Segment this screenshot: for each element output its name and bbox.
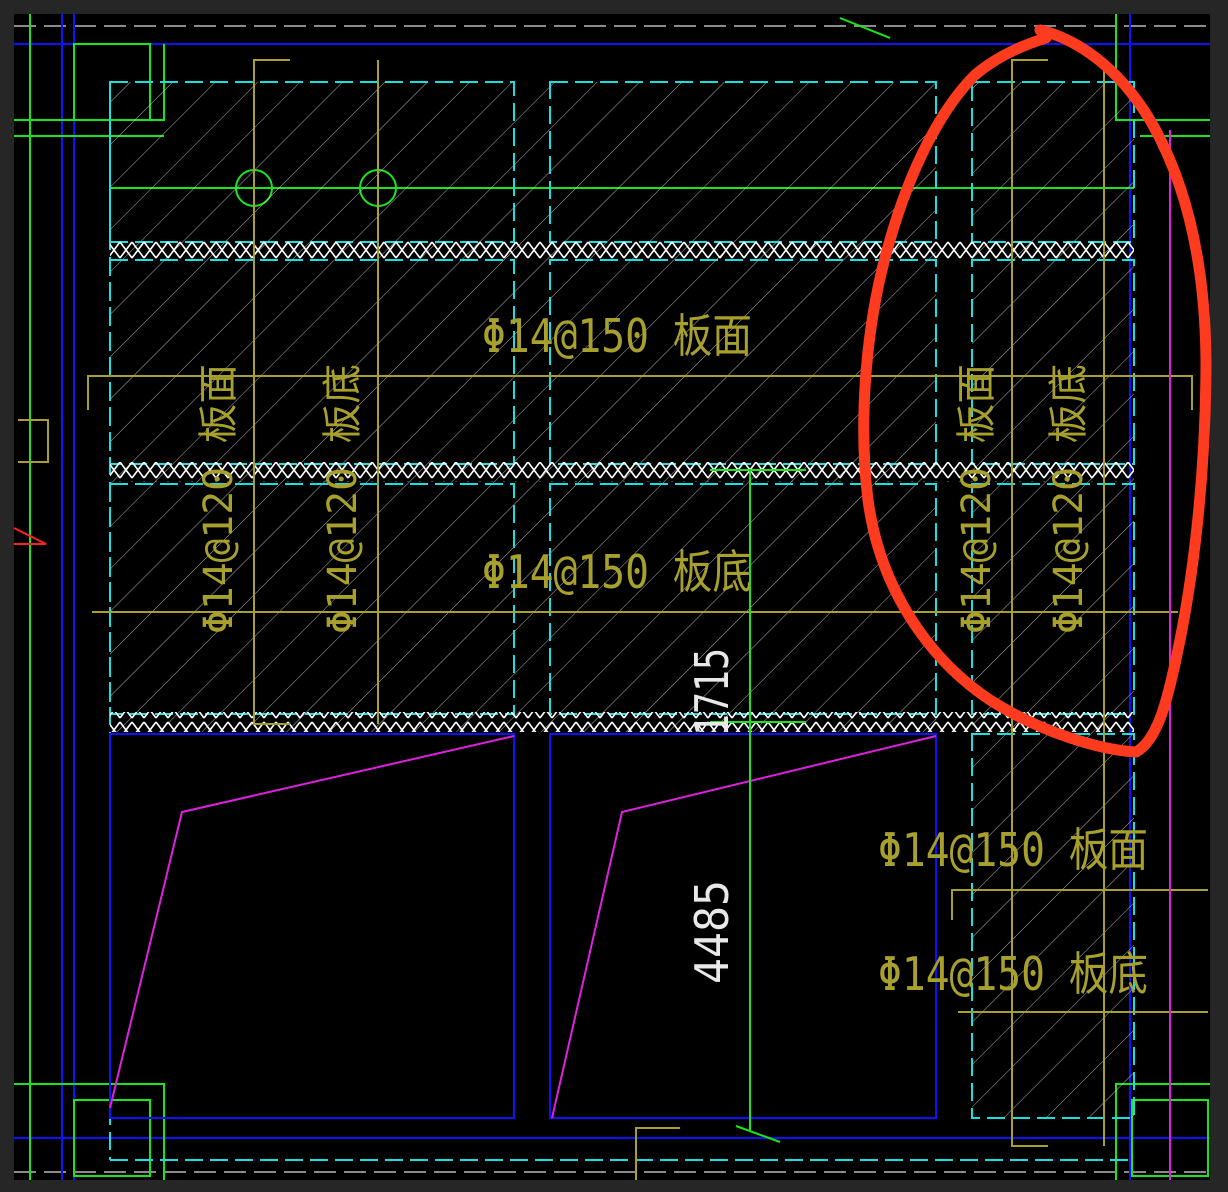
dimension-text-upper: 1715 (685, 648, 739, 736)
cad-drawing-canvas[interactable]: Φ14@150 板面 Φ14@150 板底 Φ14@120 板面 Φ14@120… (0, 0, 1228, 1192)
label-slab-bottom-mid: Φ14@150 板底 (482, 545, 752, 599)
label-left-vertical-top: Φ14@120 板面 (196, 364, 242, 634)
dimension-text-lower: 4485 (685, 880, 739, 984)
label-right-lower-top: Φ14@150 板面 (878, 823, 1148, 877)
label-right-vertical-top: Φ14@120 板面 (954, 364, 1000, 634)
label-slab-top-mid: Φ14@150 板面 (482, 309, 752, 363)
cad-viewport-frame: Φ14@150 板面 Φ14@150 板底 Φ14@120 板面 Φ14@120… (0, 0, 1228, 1192)
label-right-lower-bottom: Φ14@150 板底 (878, 947, 1148, 1001)
label-left-vertical-bottom: Φ14@120 板底 (320, 364, 366, 634)
label-right-vertical-bottom: Φ14@120 板底 (1046, 364, 1092, 634)
